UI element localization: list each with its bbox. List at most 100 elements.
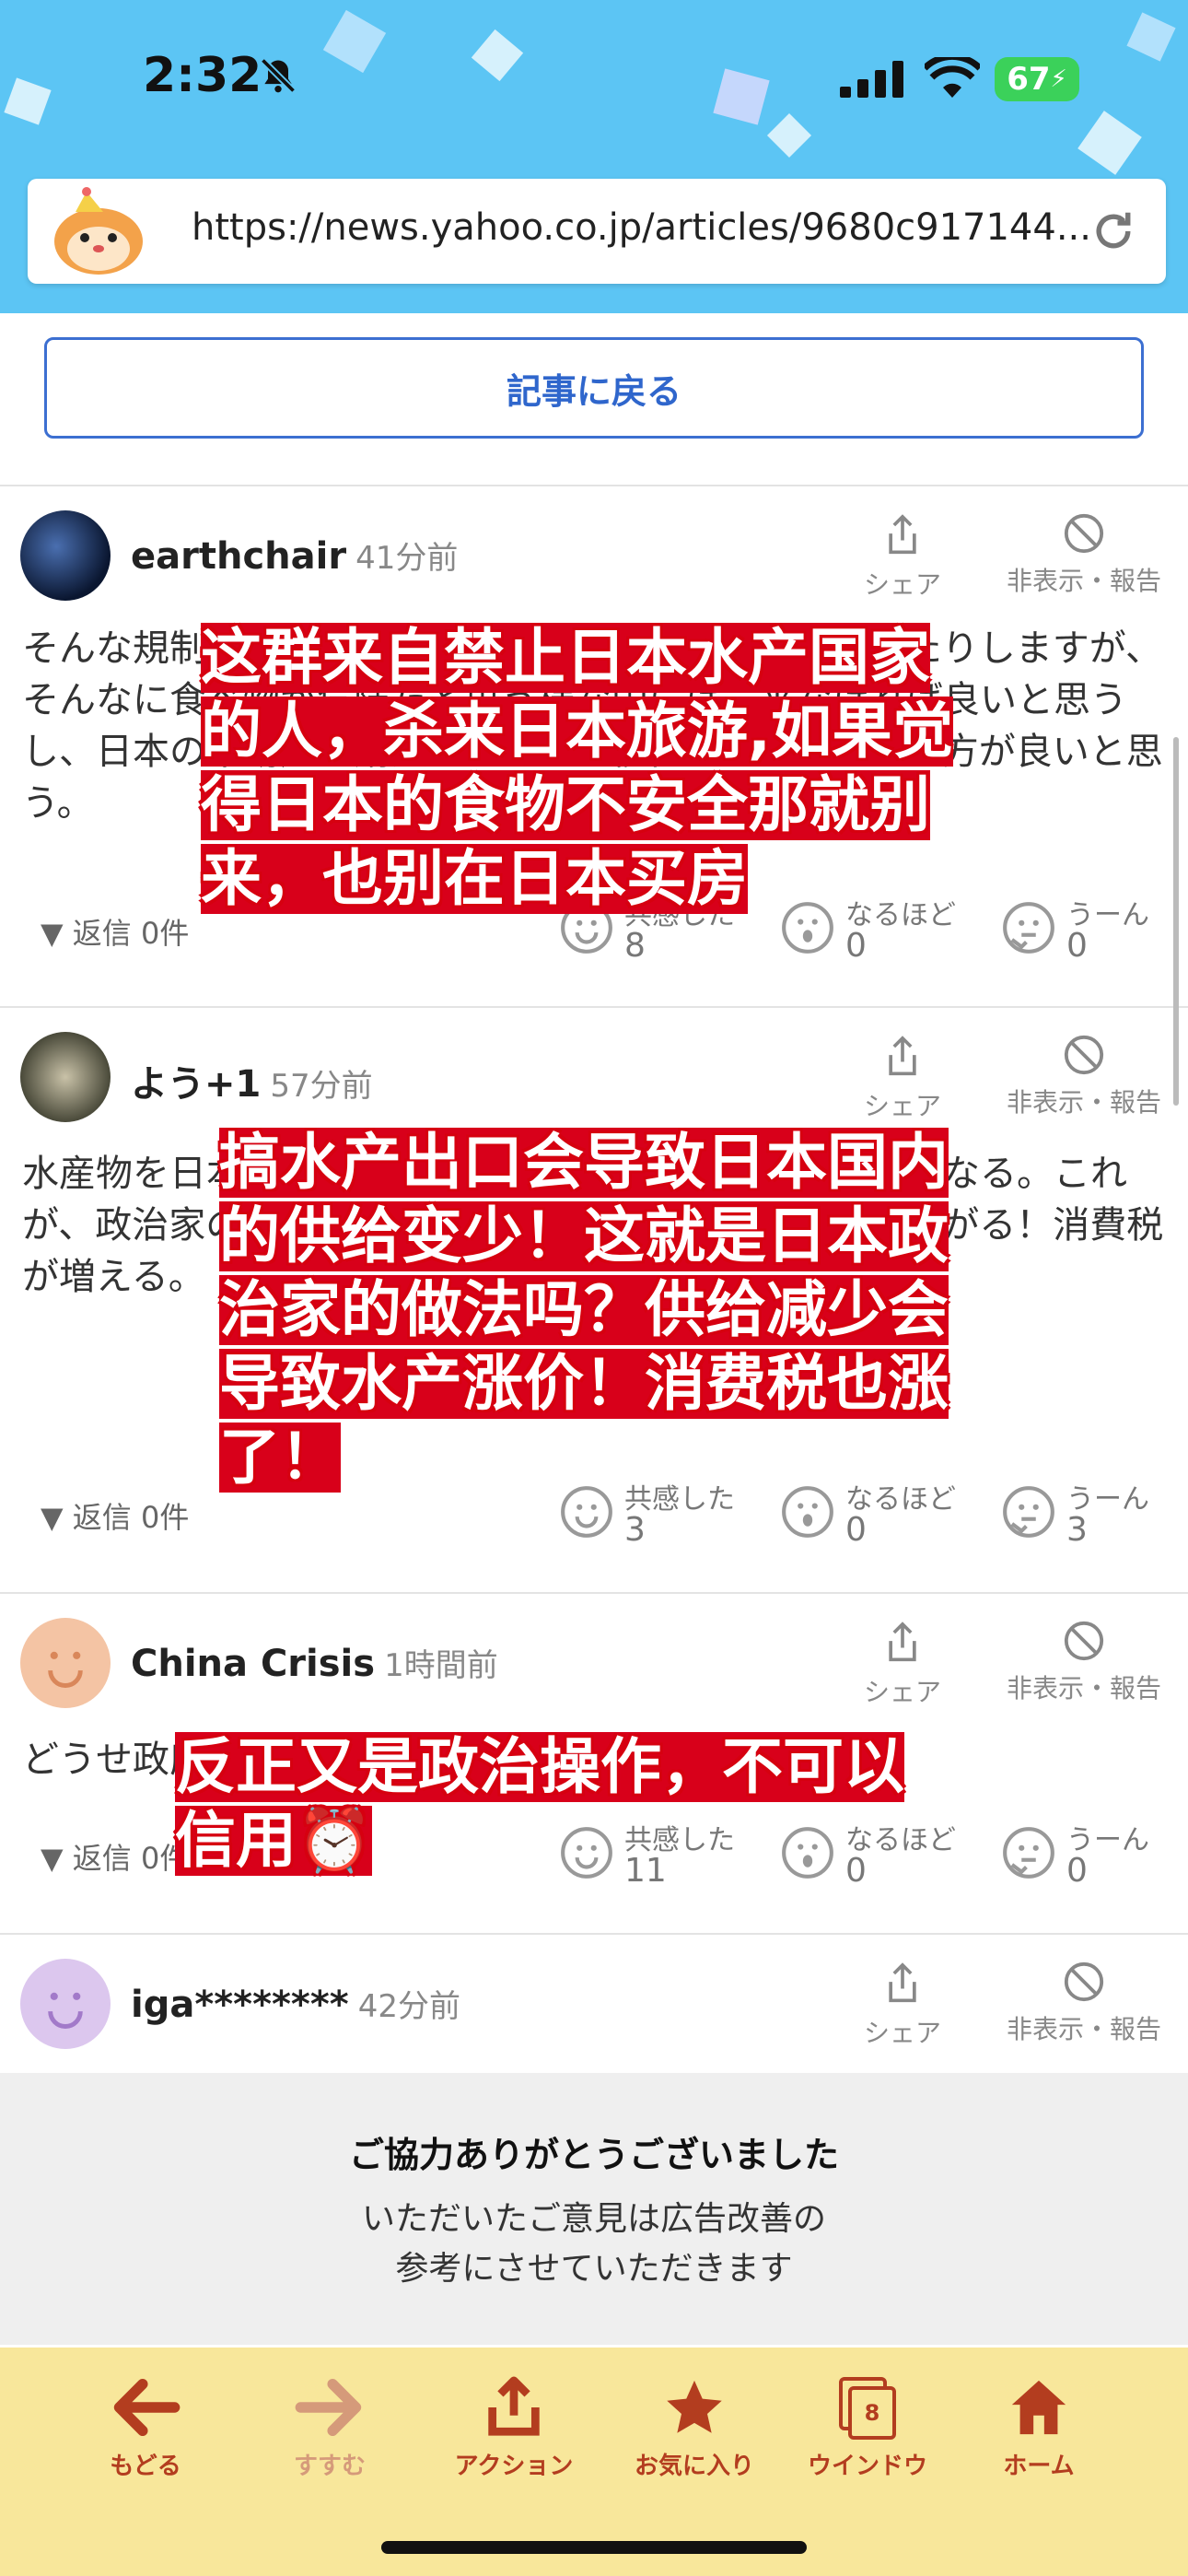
overlay-line: 这群来自禁止日本水产国家 bbox=[201, 622, 930, 693]
share-label: シェア bbox=[863, 1091, 941, 1121]
confetti bbox=[4, 77, 52, 125]
hide-report-label: 非表示・報告 bbox=[1006, 1087, 1161, 1118]
comment-username[interactable]: iga******** 42分前 bbox=[131, 1981, 460, 2026]
arrow-right-icon bbox=[295, 2378, 362, 2437]
thanks-message: いただいたご意見は広告改善の 参考にさせていただきます bbox=[0, 2195, 1188, 2294]
tabs-icon: 8 bbox=[835, 2375, 900, 2440]
favorite-button[interactable]: お気に入り bbox=[621, 2375, 768, 2481]
scrollbar[interactable] bbox=[1173, 737, 1179, 1106]
hide-report-button[interactable]: 非表示・報告 bbox=[996, 1620, 1171, 1705]
back-nav-button[interactable]: もどる bbox=[72, 2375, 219, 2481]
avatar[interactable] bbox=[20, 1618, 111, 1708]
overlay-line: 来，也别在日本买房 bbox=[201, 843, 748, 914]
url-text[interactable]: https://news.yahoo.co.jp/articles/9680c9… bbox=[192, 206, 1094, 249]
action-button[interactable]: アクション bbox=[440, 2375, 588, 2481]
action-label: アクション bbox=[454, 2453, 574, 2480]
thanks-title: ご協力ありがとうございました bbox=[348, 2135, 839, 2175]
comment-item: China Crisis1時間前 シェア 非表示・報告 どうせ政府の中国への対応… bbox=[0, 1594, 1188, 1935]
username-text[interactable]: earthchair bbox=[131, 535, 346, 578]
battery-indicator: 67 ⚡ bbox=[995, 57, 1079, 101]
comment-username[interactable]: China Crisis 1時間前 bbox=[131, 1640, 498, 1685]
wifi-icon bbox=[925, 57, 980, 98]
comment-time: 1時間前 bbox=[384, 1647, 498, 1684]
thinking-face-icon bbox=[1003, 1486, 1054, 1538]
share-button[interactable]: シェア bbox=[856, 512, 949, 602]
share-action-icon bbox=[488, 2376, 540, 2436]
arrow-left-icon bbox=[113, 2378, 181, 2437]
default-avatar-icon bbox=[48, 1651, 83, 1688]
reply-count: 返信 0件 bbox=[72, 916, 190, 951]
hide-report-button[interactable]: 非表示・報告 bbox=[996, 1961, 1171, 2046]
hide-report-button[interactable]: 非表示・報告 bbox=[996, 1034, 1171, 1119]
home-label: ホーム bbox=[1003, 2453, 1075, 2480]
hide-report-label: 非表示・報告 bbox=[1006, 1673, 1161, 1704]
avatar[interactable] bbox=[20, 510, 111, 601]
confetti bbox=[766, 112, 812, 158]
forward-nav-button[interactable]: すすむ bbox=[256, 2375, 403, 2481]
thinking-face-icon bbox=[1003, 1827, 1054, 1879]
username-text[interactable]: iga******** bbox=[131, 1984, 349, 2026]
comment-username[interactable]: よう+1 57分前 bbox=[131, 1054, 373, 1107]
bell-muted-icon bbox=[260, 57, 297, 94]
overlay-line: 得日本的食物不安全那就别 bbox=[201, 769, 930, 840]
window-label: ウインドウ bbox=[807, 2453, 927, 2480]
feedback-thanks-panel: ご協力ありがとうございました いただいたご意見は広告改善の 参考にさせていただき… bbox=[0, 2073, 1188, 2345]
overlay-line: 治家的做法吗？供给减少会 bbox=[219, 1274, 949, 1345]
confetti bbox=[713, 68, 770, 125]
reply-toggle[interactable]: ▼ 返信 0件 bbox=[41, 1835, 189, 1878]
block-icon bbox=[1064, 1035, 1104, 1075]
confetti bbox=[1077, 111, 1142, 175]
share-button[interactable]: シェア bbox=[856, 1034, 949, 1123]
window-button[interactable]: 8 ウインドウ bbox=[794, 2375, 941, 2481]
browser-header: 2:32 67 ⚡ https://news.yahoo.co.jp/articl… bbox=[0, 0, 1188, 313]
translation-overlay: 这群来自禁止日本水产国家 的人，杀来日本旅游,如果觉 得日本的食物不安全那就别 … bbox=[201, 622, 954, 918]
share-label: シェア bbox=[863, 569, 941, 600]
hmm-count: 0 bbox=[1066, 927, 1088, 965]
share-label: シェア bbox=[863, 1677, 941, 1707]
thanks-line: いただいたご意見は広告改善の bbox=[361, 2200, 826, 2238]
hide-report-label: 非表示・報告 bbox=[1006, 566, 1161, 596]
reply-toggle[interactable]: ▼ 返信 0件 bbox=[41, 1494, 189, 1537]
confetti bbox=[471, 29, 524, 82]
hide-report-button[interactable]: 非表示・報告 bbox=[996, 512, 1171, 598]
comment-username[interactable]: earthchair 41分前 bbox=[131, 533, 458, 578]
default-avatar-icon bbox=[48, 1992, 83, 2029]
overlay-line: 反正又是政治操作，不可以 bbox=[175, 1731, 904, 1802]
overlay-line: 导致水产涨价！消费税也涨 bbox=[219, 1348, 949, 1419]
share-label: シェア bbox=[863, 2018, 941, 2048]
home-button[interactable]: ホーム bbox=[965, 2375, 1112, 2481]
hmm-count: 0 bbox=[1066, 1852, 1088, 1890]
share-icon bbox=[889, 1036, 916, 1076]
back-to-article-button[interactable]: 記事に戻る bbox=[44, 337, 1144, 439]
comment-time: 57分前 bbox=[270, 1068, 373, 1105]
overlay-line: 了！ bbox=[219, 1422, 341, 1493]
share-icon bbox=[889, 514, 916, 555]
share-button[interactable]: シェア bbox=[856, 1620, 949, 1709]
empathy-count: 3 bbox=[624, 1511, 646, 1549]
reply-toggle[interactable]: ▼ 返信 0件 bbox=[41, 910, 189, 953]
address-bar[interactable]: https://news.yahoo.co.jp/articles/9680c9… bbox=[28, 179, 1166, 284]
comment-item: earthchair41分前 シェア 非表示・報告 そんな規制している国から日本… bbox=[0, 486, 1188, 1008]
avatar[interactable] bbox=[20, 1959, 111, 2049]
block-icon bbox=[1064, 1621, 1104, 1661]
reload-icon[interactable] bbox=[1089, 206, 1138, 256]
share-icon bbox=[889, 1622, 916, 1662]
forward-nav-label: すすむ bbox=[293, 2453, 366, 2480]
username-text[interactable]: China Crisis bbox=[131, 1643, 375, 1685]
home-icon bbox=[1011, 2380, 1066, 2435]
translation-overlay: 搞水产出口会导致日本国内 的供给变少！这就是日本政 治家的做法吗？供给减少会 导… bbox=[219, 1128, 949, 1496]
confetti bbox=[1126, 12, 1176, 62]
thinking-face-icon bbox=[1003, 902, 1054, 954]
back-nav-label: もどる bbox=[110, 2453, 181, 2480]
insight-count: 0 bbox=[845, 927, 867, 965]
share-button[interactable]: シェア bbox=[856, 1961, 949, 2050]
battery-level: 67 bbox=[1007, 61, 1051, 98]
hmm-count: 3 bbox=[1066, 1511, 1088, 1549]
favorite-label: お気に入り bbox=[634, 2453, 754, 2480]
reply-count: 返信 0件 bbox=[72, 1841, 190, 1876]
avatar[interactable] bbox=[20, 1032, 111, 1122]
overlay-line: 搞水产出口会导致日本国内 bbox=[219, 1127, 949, 1198]
username-text[interactable]: よう+1 bbox=[131, 1063, 261, 1106]
mascot-logo-icon bbox=[54, 187, 143, 275]
confetti bbox=[322, 9, 387, 74]
